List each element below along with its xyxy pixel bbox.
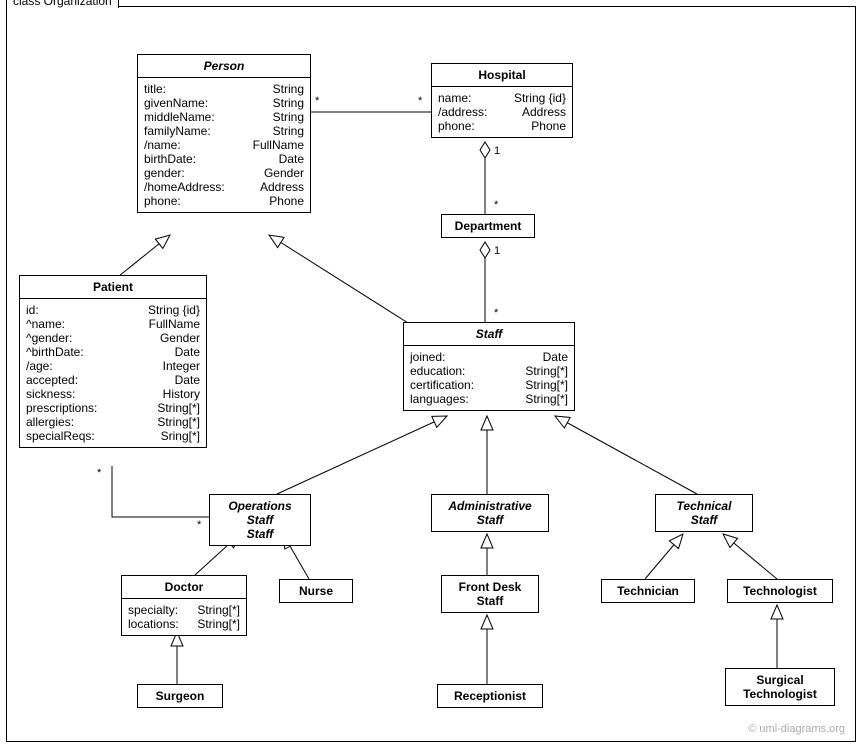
- class-tech-staff-name: TechnicalStaff: [656, 495, 752, 531]
- class-person-attrs: title:String givenName:String middleName…: [138, 78, 310, 212]
- package-frame: class Organization: [6, 6, 856, 742]
- class-doctor-attrs: specialty:String[*] locations:String[*]: [122, 599, 246, 635]
- class-technician: Technician: [601, 579, 695, 603]
- watermark: © uml-diagrams.org: [748, 723, 845, 735]
- class-ops-staff-name: Operations StaffStaff: [210, 495, 310, 545]
- mult-patient-ops-top: *: [97, 467, 101, 479]
- class-admin-staff-name: AdministrativeStaff: [432, 495, 548, 531]
- package-name: class Organization: [6, 0, 119, 8]
- mult-person-hospital-r: *: [418, 95, 422, 107]
- mult-dept-staff-star: *: [494, 307, 498, 319]
- class-admin-staff: AdministrativeStaff: [431, 494, 549, 532]
- class-front-desk: Front DeskStaff: [441, 575, 539, 613]
- mult-person-hospital-l: *: [315, 95, 319, 107]
- class-receptionist: Receptionist: [437, 684, 543, 708]
- class-person: Person title:String givenName:String mid…: [137, 54, 311, 213]
- class-staff-name: Staff: [404, 323, 574, 346]
- class-person-name: Person: [138, 55, 310, 78]
- class-technician-name: Technician: [602, 580, 694, 602]
- class-receptionist-name: Receptionist: [438, 685, 542, 707]
- class-ops-staff: Operations StaffStaff: [209, 494, 311, 546]
- class-surgical-tech-name: SurgicalTechnologist: [726, 669, 834, 705]
- class-front-desk-name: Front DeskStaff: [442, 576, 538, 612]
- class-hospital-name: Hospital: [432, 64, 572, 87]
- class-technologist-name: Technologist: [728, 580, 832, 602]
- class-tech-staff: TechnicalStaff: [655, 494, 753, 532]
- class-surgical-tech: SurgicalTechnologist: [725, 668, 835, 706]
- class-staff-attrs: joined:Date education:String[*] certific…: [404, 346, 574, 410]
- class-staff: Staff joined:Date education:String[*] ce…: [403, 322, 575, 411]
- class-doctor: Doctor specialty:String[*] locations:Str…: [121, 575, 247, 636]
- class-nurse-name: Nurse: [280, 580, 352, 602]
- class-hospital: Hospital name:String {id} /address:Addre…: [431, 63, 573, 138]
- class-patient-name: Patient: [20, 276, 206, 299]
- class-doctor-name: Doctor: [122, 576, 246, 599]
- class-surgeon-name: Surgeon: [138, 685, 222, 707]
- mult-patient-ops-bot: *: [197, 519, 201, 531]
- class-nurse: Nurse: [279, 579, 353, 603]
- class-hospital-attrs: name:String {id} /address:Address phone:…: [432, 87, 572, 137]
- class-department-name: Department: [442, 215, 534, 237]
- mult-dept-staff-1: 1: [494, 245, 500, 257]
- class-technologist: Technologist: [727, 579, 833, 603]
- mult-hosp-dept-star: *: [494, 199, 498, 211]
- mult-hosp-dept-1: 1: [494, 145, 500, 157]
- class-surgeon: Surgeon: [137, 684, 223, 708]
- class-patient-attrs: id:String {id} ^name:FullName ^gender:Ge…: [20, 299, 206, 447]
- class-department: Department: [441, 214, 535, 238]
- class-patient: Patient id:String {id} ^name:FullName ^g…: [19, 275, 207, 448]
